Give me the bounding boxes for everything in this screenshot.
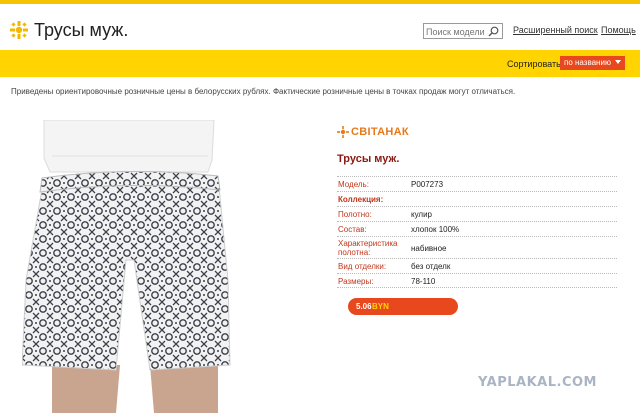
spec-table: Модель: Р007273 Коллекция: Полотно: кули… bbox=[337, 176, 617, 288]
spec-value: 78-110 bbox=[411, 277, 436, 286]
page: Трусы муж. Расширенный поиск Помощь Сорт… bbox=[0, 0, 640, 413]
spec-row-fabric-type: Характеристика полотна: набивное bbox=[337, 236, 617, 258]
sort-dropdown[interactable]: по названию bbox=[560, 56, 625, 70]
spec-value: набивное bbox=[411, 244, 447, 253]
spec-label: Состав: bbox=[338, 225, 367, 234]
spec-row-finish: Вид отделки: без отделк bbox=[337, 258, 617, 273]
spec-label: Коллекция: bbox=[338, 195, 384, 204]
search-input[interactable] bbox=[426, 25, 488, 38]
brand-name: СВІТАНАК bbox=[351, 126, 409, 138]
sun-brand-icon bbox=[337, 126, 349, 138]
product-photo bbox=[22, 120, 231, 413]
sort-bar: Сортировать по названию bbox=[0, 50, 640, 77]
spec-value: Р007273 bbox=[411, 180, 444, 189]
sort-selected-value: по названию bbox=[564, 58, 611, 67]
search-box[interactable] bbox=[423, 23, 503, 39]
help-link[interactable]: Помощь bbox=[601, 25, 636, 35]
price-currency: BYN bbox=[372, 302, 389, 311]
spec-row-sizes: Размеры: 78-110 bbox=[337, 273, 617, 288]
sort-label: Сортировать bbox=[507, 59, 561, 69]
price-badge: 5.06 BYN bbox=[348, 298, 458, 315]
spec-value: хлопок 100% bbox=[411, 225, 460, 234]
watermark: YAPLAKAL.COM bbox=[478, 375, 597, 390]
chevron-down-icon bbox=[615, 60, 621, 64]
spec-value: без отделк bbox=[411, 262, 451, 271]
spec-label: Размеры: bbox=[338, 277, 374, 286]
price-notice: Приведены ориентировочные розничные цены… bbox=[11, 87, 516, 96]
spec-label: Характеристика полотна: bbox=[338, 239, 398, 257]
spec-row-composition: Состав: хлопок 100% bbox=[337, 221, 617, 236]
spec-label: Модель: bbox=[338, 180, 369, 189]
spec-row-model: Модель: Р007273 bbox=[337, 176, 617, 191]
sun-logo-icon[interactable] bbox=[10, 21, 28, 39]
price-value: 5.06 bbox=[356, 302, 372, 311]
search-icon[interactable] bbox=[488, 26, 499, 37]
spec-row-fabric: Полотно: кулир bbox=[337, 206, 617, 221]
product-title: Трусы муж. bbox=[337, 153, 400, 165]
spec-value: кулир bbox=[411, 210, 432, 219]
spec-row-collection: Коллекция: bbox=[337, 191, 617, 206]
site-header: Трусы муж. Расширенный поиск Помощь bbox=[0, 0, 640, 50]
advanced-search-link[interactable]: Расширенный поиск bbox=[513, 25, 598, 35]
spec-label: Вид отделки: bbox=[338, 262, 387, 271]
page-title: Трусы муж. bbox=[34, 20, 129, 40]
spec-label: Полотно: bbox=[338, 210, 372, 219]
